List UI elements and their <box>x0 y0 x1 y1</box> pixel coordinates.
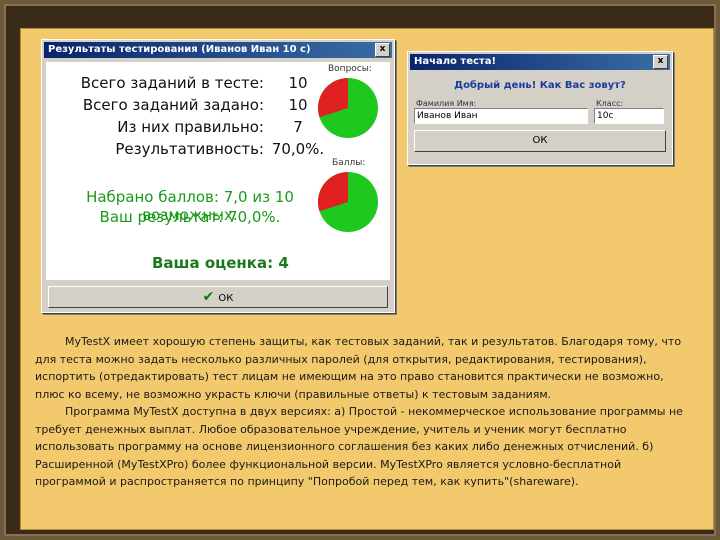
stat-label-efficiency: Результативность: <box>115 140 264 158</box>
results-title-bar: Результаты тестирования (Иванов Иван 10 … <box>44 42 392 58</box>
description-paragraph-2: Программа MyTestX доступна в двух версия… <box>35 405 683 488</box>
start-close-button[interactable]: x <box>653 55 668 69</box>
grade-text: Ваша оценка: 4 <box>152 254 289 272</box>
pie-points-caption: Баллы: <box>332 158 366 168</box>
start-ok-label: ОК <box>532 135 548 146</box>
stat-label-correct: Из них правильно: <box>117 118 264 136</box>
results-ok-label: ОК <box>218 293 234 304</box>
results-window-title: Результаты тестирования (Иванов Иван 10 … <box>48 44 311 55</box>
pie-questions-caption: Вопросы: <box>328 64 372 74</box>
stat-label-total: Всего заданий в тесте: <box>80 74 264 92</box>
description-paragraph-1: MyTestX имеет хорошую степень защиты, ка… <box>35 335 682 401</box>
start-window: Начало теста! x Добрый день! Как Вас зов… <box>407 51 673 165</box>
results-close-button[interactable]: x <box>375 43 390 57</box>
stat-label-asked: Всего заданий задано: <box>82 96 264 114</box>
results-window: Результаты тестирования (Иванов Иван 10 … <box>41 39 395 313</box>
start-ok-button[interactable]: ОК <box>414 130 666 152</box>
class-label: Класс: <box>596 99 624 108</box>
stat-value-efficiency: 70,0%. <box>271 140 325 158</box>
results-ok-button[interactable]: ✔ ОК <box>48 286 388 308</box>
greeting: Добрый день! Как Вас зовут? <box>454 80 626 91</box>
checkmark-icon: ✔ <box>202 289 215 305</box>
class-field[interactable]: 10с <box>594 108 664 124</box>
results-panel: Всего заданий в тесте: 10 Всего заданий … <box>46 62 390 280</box>
name-field[interactable]: Иванов Иван <box>414 108 588 124</box>
name-label: Фамилия Имя: <box>416 99 477 108</box>
slide: Результаты тестирования (Иванов Иван 10 … <box>20 28 714 530</box>
start-title-bar: Начало теста! x <box>410 54 670 70</box>
slide-frame: Результаты тестирования (Иванов Иван 10 … <box>4 4 716 536</box>
result-line: Ваш результат: 70,0%. <box>99 208 281 226</box>
pie-questions <box>318 78 378 138</box>
start-window-title: Начало теста! <box>414 56 497 67</box>
